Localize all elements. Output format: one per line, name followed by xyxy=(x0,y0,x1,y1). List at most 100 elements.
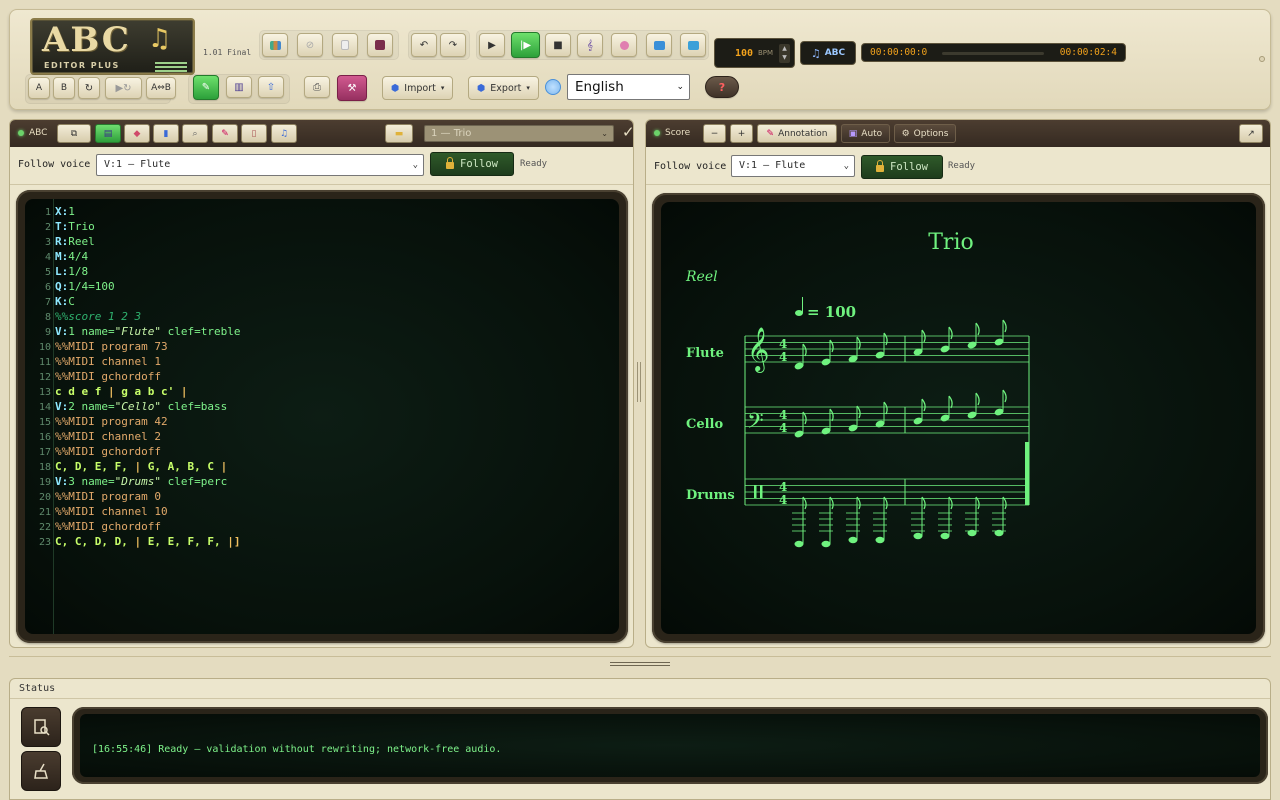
zoom-out-button[interactable]: − xyxy=(703,124,726,143)
folder-button[interactable]: ▬ xyxy=(385,124,413,143)
expand-button[interactable]: ↗ xyxy=(1239,124,1263,143)
globe-icon xyxy=(545,79,561,95)
vertical-splitter[interactable] xyxy=(636,362,642,402)
link-icon: ⊘ xyxy=(305,39,315,51)
abc-source-code[interactable]: 1 X:1 2 T:Trio 3 R:Reel 4 M:4/4 5 L:1/8 6 Q:1/4=100… xyxy=(25,204,619,549)
code-line[interactable]: 11 %%MIDI channel 1 xyxy=(25,354,619,369)
code-line[interactable]: 6 Q:1/4=100 xyxy=(25,279,619,294)
new-file-button[interactable] xyxy=(332,33,358,57)
code-token: "Cello" xyxy=(114,400,161,413)
metronome-button[interactable]: 𝄞 xyxy=(577,33,603,57)
eraser-button[interactable]: ◆ xyxy=(124,124,150,143)
code-line[interactable]: 17 %%MIDI gchordoff xyxy=(25,444,619,459)
play-button[interactable]: ▶ xyxy=(479,33,505,57)
code-line[interactable]: 12 %%MIDI gchordoff xyxy=(25,369,619,384)
code-token: V: xyxy=(55,475,69,488)
code-token: %%MIDI gchordoff xyxy=(55,520,161,533)
tempo-display[interactable]: 100 BPM ▲ ▼ xyxy=(714,38,795,68)
tempo-spinner[interactable]: ▲ ▼ xyxy=(779,44,790,63)
export-menu-button[interactable]: ⬢ Export ▾ xyxy=(468,76,539,100)
checkmark-icon[interactable]: ✓ xyxy=(622,123,633,141)
score-voice-select[interactable]: V:1 — Flute ⌄ xyxy=(731,155,855,177)
loop-button[interactable] xyxy=(646,33,672,57)
code-line[interactable]: 8 %%score 1 2 3 xyxy=(25,309,619,324)
code-line[interactable]: 18 C, D, E, F, | G, A, B, C | xyxy=(25,459,619,474)
export-icon: ⬢ xyxy=(477,82,486,94)
abc-mode-button[interactable]: ♫ ABC xyxy=(800,41,856,65)
clear-log-button[interactable] xyxy=(21,751,61,791)
tools-button[interactable]: ⚒ xyxy=(337,75,367,101)
code-editor[interactable]: 1 X:1 2 T:Trio 3 R:Reel 4 M:4/4 5 L:1/8 6 Q:1/4=100… xyxy=(25,199,619,634)
play-from-start-button[interactable]: |▶ xyxy=(511,32,540,58)
progress-track[interactable] xyxy=(942,52,1044,55)
edit-button[interactable]: ✎ xyxy=(212,124,238,143)
refresh-button[interactable]: ↻ xyxy=(78,77,100,99)
printer-icon: ⎙ xyxy=(313,81,321,93)
code-line[interactable]: 2 T:Trio xyxy=(25,219,619,234)
music-button[interactable]: ♫ xyxy=(271,124,297,143)
code-line[interactable]: 16 %%MIDI channel 2 xyxy=(25,429,619,444)
code-line[interactable]: 22 %%MIDI gchordoff xyxy=(25,519,619,534)
redo-button[interactable]: ↷ xyxy=(440,33,466,57)
record-button[interactable] xyxy=(611,33,637,57)
save-button[interactable] xyxy=(367,33,393,57)
code-line[interactable]: 20 %%MIDI program 0 xyxy=(25,489,619,504)
print-button[interactable]: ⎙ xyxy=(304,76,330,98)
swap-ab-button[interactable]: A⇔B xyxy=(146,77,176,99)
upload-button[interactable]: ⇧ xyxy=(258,76,284,98)
time-total: 00:00:02:4 xyxy=(1059,47,1117,58)
line-number: 21 xyxy=(38,507,51,518)
code-line[interactable]: 21 %%MIDI channel 10 xyxy=(25,504,619,519)
validate-button[interactable] xyxy=(21,707,61,747)
sheet-music: Trio Reel = 100 Flute Cello Drums 444444… xyxy=(685,230,1030,548)
slot-a-button[interactable]: A xyxy=(28,77,50,99)
zoom-in-button[interactable]: + xyxy=(730,124,753,143)
editor-tab-button[interactable]: ▤ xyxy=(95,124,121,143)
link-button[interactable]: ⊘ xyxy=(297,33,323,57)
chevron-down-icon: ▾ xyxy=(440,84,445,92)
follow-button[interactable]: Follow xyxy=(430,152,514,176)
library-button[interactable] xyxy=(262,33,288,57)
stats-button[interactable]: ▮ xyxy=(153,124,179,143)
score-follow-button[interactable]: Follow xyxy=(861,155,943,179)
code-line[interactable]: 14 V:2 name="Cello" clef=bass xyxy=(25,399,619,414)
code-line[interactable]: 23 C, C, D, D, | E, E, F, F, |] xyxy=(25,534,619,549)
code-line[interactable]: 15 %%MIDI program 42 xyxy=(25,414,619,429)
undo-button[interactable]: ↶ xyxy=(411,33,437,57)
stop-button[interactable]: ■ xyxy=(545,33,571,57)
note-head xyxy=(821,540,831,548)
code-line[interactable]: 10 %%MIDI program 73 xyxy=(25,339,619,354)
abc-editor-pane: ABC ⧉ ▤ ◆ ▮ ⌕ ✎ ▯ ♫ ▬ 1 — Trio ⌄ ✓ Follo… xyxy=(9,119,634,648)
options-button[interactable]: ⚙ Options xyxy=(894,124,956,143)
piano-view-button[interactable]: ▥ xyxy=(226,76,252,98)
horizontal-splitter[interactable] xyxy=(610,661,670,667)
code-line[interactable]: 9 V:1 name="Flute" clef=treble xyxy=(25,324,619,339)
code-line[interactable]: 4 M:4/4 xyxy=(25,249,619,264)
code-line[interactable]: 5 L:1/8 xyxy=(25,264,619,279)
import-menu-button[interactable]: ⬢ Import ▾ xyxy=(382,76,454,100)
help-button[interactable]: ? xyxy=(705,76,739,98)
tune-select[interactable]: 1 — Trio ⌄ xyxy=(424,125,614,142)
annotation-button[interactable]: ✎ Annotation xyxy=(757,124,837,143)
code-line[interactable]: 1 X:1 xyxy=(25,204,619,219)
score-view[interactable]: Trio Reel = 100 Flute Cello Drums 444444… xyxy=(661,202,1256,634)
language-select[interactable]: English ⌄ xyxy=(567,74,690,100)
slot-b-button[interactable]: B xyxy=(53,77,75,99)
clipboard-button[interactable]: ▯ xyxy=(241,124,267,143)
search-button[interactable]: ⌕ xyxy=(182,124,208,143)
code-line[interactable]: 7 K:C xyxy=(25,294,619,309)
code-token: 1 xyxy=(68,205,75,218)
code-line[interactable]: 19 V:3 name="Drums" clef=perc xyxy=(25,474,619,489)
code-line[interactable]: 13 c d e f | g a b c' | xyxy=(25,384,619,399)
voice-select[interactable]: V:1 — Flute ⌄ xyxy=(96,154,424,176)
code-token: %%MIDI program 42 xyxy=(55,415,168,428)
repeat-button[interactable] xyxy=(680,33,706,57)
layout-toggle-button[interactable]: ⧉ xyxy=(57,124,91,143)
step-play-button[interactable]: ▶↻ xyxy=(105,77,142,99)
editor-mode-button[interactable]: ✎ xyxy=(193,75,219,100)
staff-label-cello: Cello xyxy=(686,417,723,432)
code-editor-frame: 1 X:1 2 T:Trio 3 R:Reel 4 M:4/4 5 L:1/8 6 Q:1/4=100… xyxy=(16,190,628,643)
follow-button-label: Follow xyxy=(890,161,928,173)
code-line[interactable]: 3 R:Reel xyxy=(25,234,619,249)
auto-button[interactable]: ▣ Auto xyxy=(841,124,890,143)
